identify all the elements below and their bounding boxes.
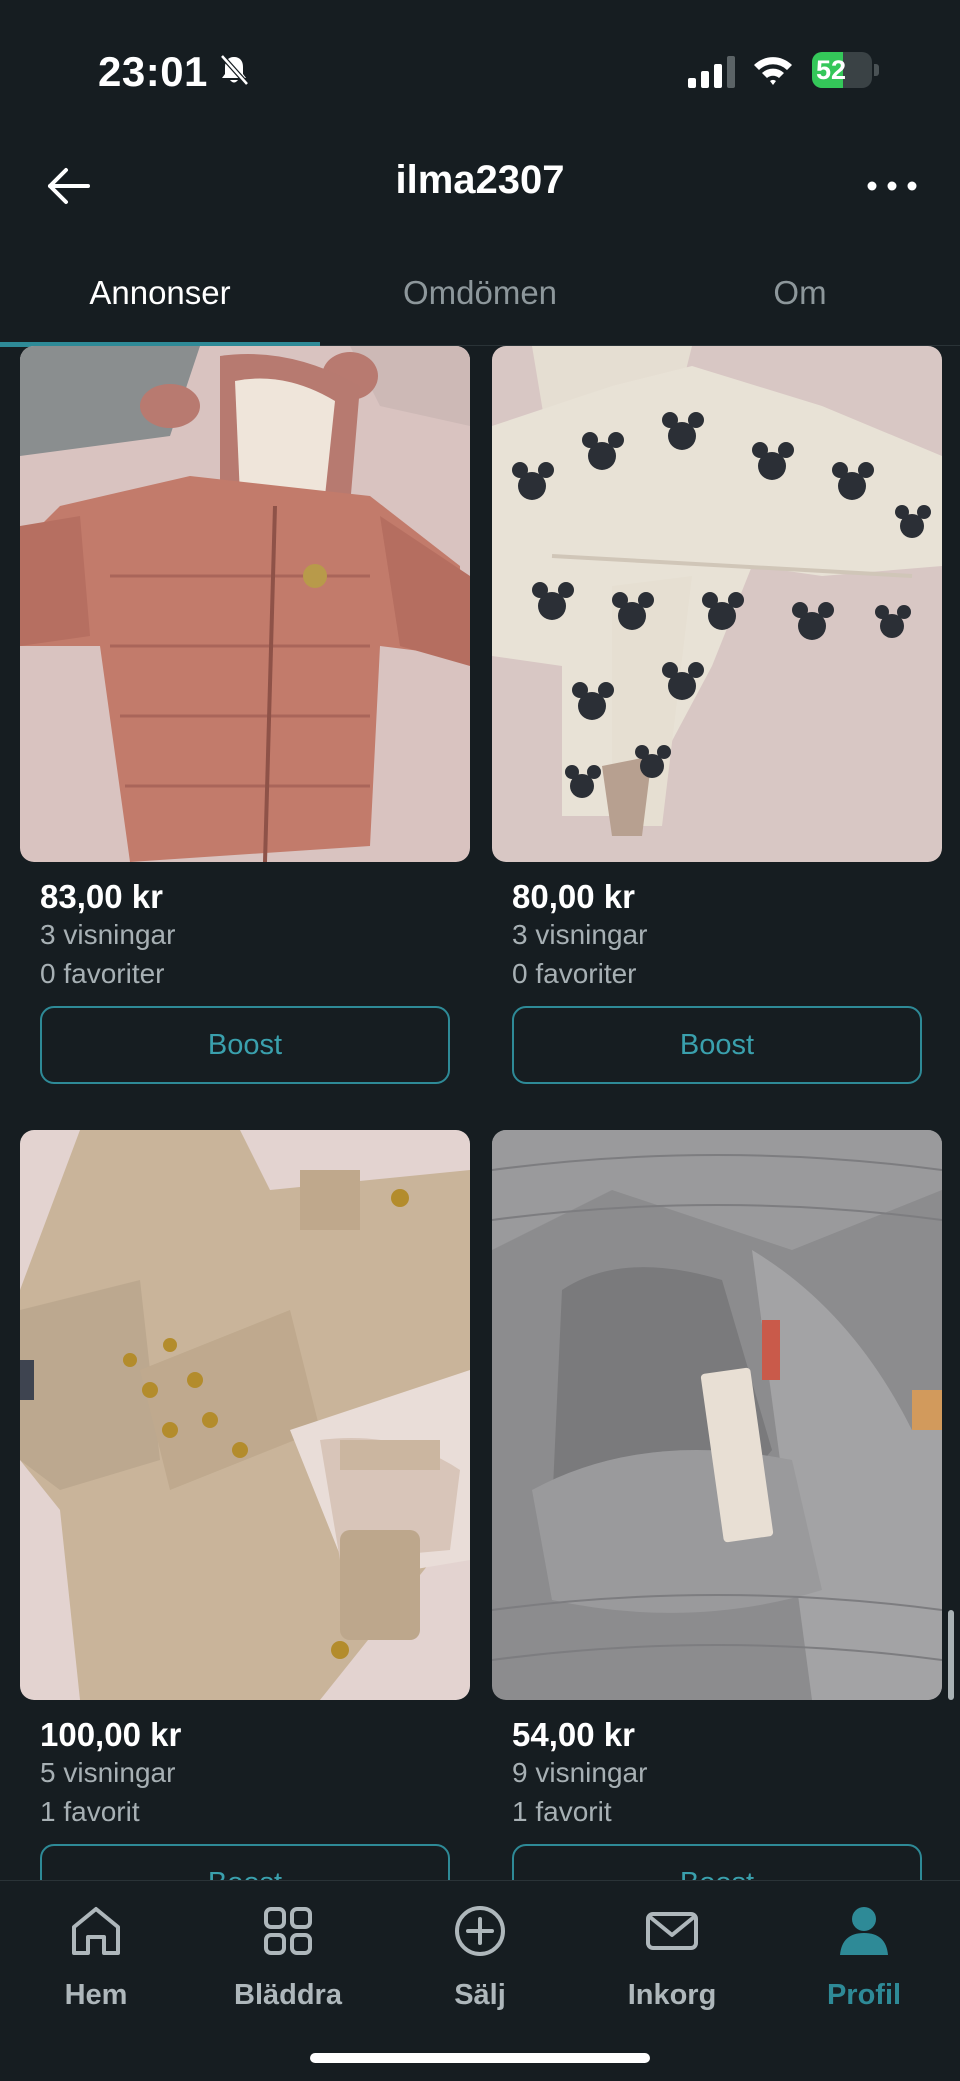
person-icon: [840, 1907, 888, 1955]
listing-price: 100,00 kr: [40, 1716, 182, 1753]
listing-favorites: 1 favorit: [40, 1796, 140, 1827]
nav-label-bladdra: Bläddra: [234, 1979, 342, 2011]
status-time: 23:01: [98, 48, 208, 95]
listing-photo-mickey-suit[interactable]: [492, 346, 942, 862]
battery-percent: 52: [816, 55, 847, 85]
nav-label-profil: Profil: [826, 1979, 902, 2011]
battery-indicator: 52: [812, 52, 880, 88]
envelope-icon: [646, 1912, 698, 1950]
profile-tabs: Annonser Omdömen Om: [0, 240, 960, 347]
profile-header: ilma2307: [0, 130, 960, 240]
listings-grid: 83,00 kr 3 visningar 0 favoriter Boost 8…: [0, 346, 960, 1880]
listing-price: 83,00 kr: [40, 878, 163, 915]
listing-photo-beige-coat[interactable]: [20, 1130, 470, 1700]
grid-icon: [264, 1907, 312, 1955]
nav-item-hem[interactable]: Hem: [0, 1901, 192, 2021]
tab-omdomen[interactable]: Omdömen: [320, 240, 640, 344]
boost-button[interactable]: Boost: [512, 1844, 922, 1880]
nav-item-salj[interactable]: Sälj: [384, 1901, 576, 2021]
more-options-icon[interactable]: [864, 162, 920, 210]
nav-item-bladdra[interactable]: Bläddra: [192, 1901, 384, 2021]
listing-views: 3 visningar: [40, 919, 176, 950]
listing-views: 3 visningar: [512, 919, 648, 950]
listing-views: 9 visningar: [512, 1757, 648, 1788]
nav-label-salj: Sälj: [454, 1979, 506, 2011]
boost-button[interactable]: Boost: [512, 1006, 922, 1084]
tab-annonser[interactable]: Annonser: [0, 240, 320, 344]
home-indicator[interactable]: [310, 2053, 650, 2063]
boost-button[interactable]: Boost: [40, 1006, 450, 1084]
cellular-signal-icon: [688, 56, 735, 88]
nav-label-inkorg: Inkorg: [627, 1979, 717, 2011]
nav-item-profil[interactable]: Profil: [768, 1901, 960, 2021]
listing-views: 5 visningar: [40, 1757, 176, 1788]
home-icon: [72, 1907, 120, 1955]
listing-photo-pink-snowsuit[interactable]: [20, 346, 470, 862]
listing-favorites: 0 favoriter: [40, 958, 165, 989]
nav-item-inkorg[interactable]: Inkorg: [576, 1901, 768, 2021]
bell-muted-icon: [220, 54, 249, 86]
plus-circle-icon: [455, 1906, 505, 1956]
listing-price: 80,00 kr: [512, 878, 635, 915]
wifi-icon: [754, 57, 792, 85]
bottom-navigation: Hem Bläddra Sälj Inkorg Profil: [0, 1880, 960, 2081]
status-bar: 23:01 52: [0, 0, 960, 130]
listing-price: 54,00 kr: [512, 1716, 635, 1753]
listing-photo-grey-knit[interactable]: [492, 1130, 942, 1700]
listing-favorites: 0 favoriter: [512, 958, 637, 989]
tab-om[interactable]: Om: [640, 240, 960, 344]
nav-label-hem: Hem: [64, 1979, 128, 2011]
scrollbar-thumb[interactable]: [948, 1610, 954, 1700]
page-title: ilma2307: [395, 158, 565, 202]
boost-button[interactable]: Boost: [40, 1844, 450, 1880]
listing-favorites: 1 favorit: [512, 1796, 612, 1827]
